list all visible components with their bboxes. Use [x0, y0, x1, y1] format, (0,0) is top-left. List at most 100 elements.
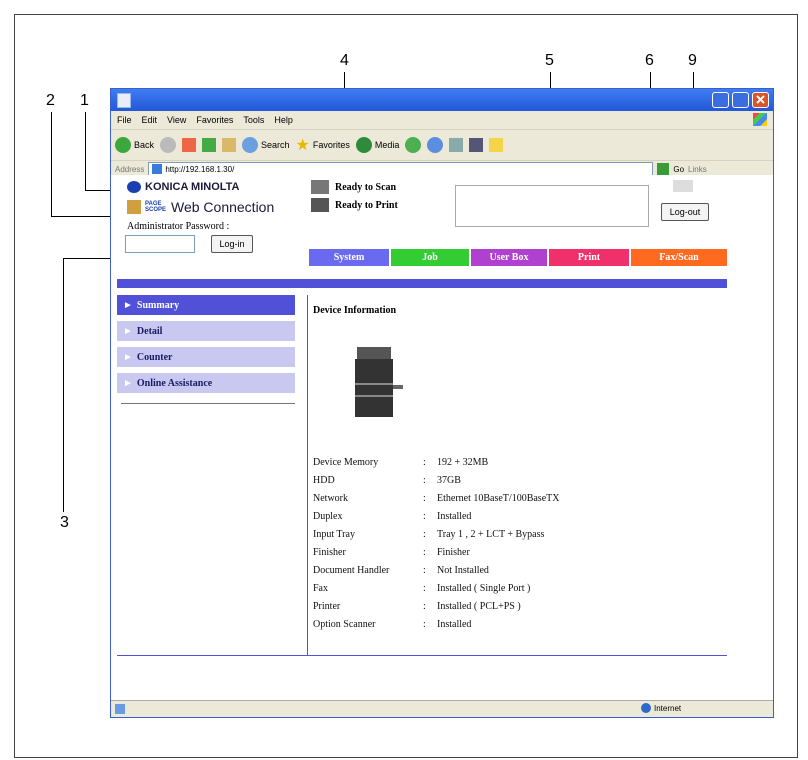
callout-5: 5	[545, 52, 554, 69]
search-icon	[242, 137, 259, 153]
admin-password-input[interactable]	[125, 235, 195, 253]
info-row: Network: Ethernet 10BaseT/100BaseTX	[313, 493, 560, 504]
print-status-text: Ready to Print	[335, 199, 398, 211]
go-button[interactable]: Go	[673, 165, 684, 174]
tab-print[interactable]: Print	[549, 249, 629, 266]
history-icon[interactable]	[405, 137, 422, 153]
toolbar: Back Search ★ Favorites Media	[111, 130, 773, 161]
zone-label: Internet	[654, 703, 682, 713]
windows-logo-icon	[753, 113, 767, 126]
status-bar: Internet	[111, 700, 773, 717]
arrow-right-icon: ►	[123, 351, 133, 363]
arrow-right-icon: ►	[123, 377, 133, 389]
close-icon	[756, 95, 765, 104]
browser-window: File Edit View Favorites Tools Help Back…	[110, 88, 774, 718]
menu-edit[interactable]: Edit	[142, 115, 158, 125]
info-row: Input Tray: Tray 1 , 2 + LCT + Bypass	[313, 529, 545, 540]
menu-help[interactable]: Help	[274, 115, 293, 125]
konica-logo: KONICA MINOLTA	[127, 181, 240, 193]
refresh-icon[interactable]	[202, 138, 217, 152]
tab-system[interactable]: System	[309, 249, 389, 266]
menu-file[interactable]: File	[117, 115, 132, 125]
search-label: Search	[261, 140, 290, 150]
edit-icon[interactable]	[469, 138, 484, 152]
tab-fax-scan[interactable]: Fax/Scan	[631, 249, 727, 266]
back-label: Back	[134, 140, 155, 150]
close-button[interactable]	[752, 92, 769, 108]
address-label: Address	[115, 164, 145, 174]
ie-page-icon	[117, 93, 131, 108]
sidebar-item-counter[interactable]: ► Counter	[117, 347, 295, 367]
web-connection-title: Web Connection	[171, 199, 275, 215]
address-input[interactable]: http://192.168.1.30/	[148, 162, 654, 176]
pagescope-logo: PAGE SCOPE Web Connection	[127, 199, 274, 215]
message-box	[455, 185, 649, 227]
forward-icon[interactable]	[160, 137, 177, 153]
info-row: Document Handler: Not Installed	[313, 565, 489, 576]
callout-2: 2	[46, 92, 55, 109]
konica-globe-icon	[127, 181, 141, 193]
minimize-button[interactable]	[712, 92, 729, 108]
title-bar	[111, 89, 773, 111]
info-row: Duplex: Installed	[313, 511, 472, 522]
arrow-right-icon: ►	[123, 325, 133, 337]
menu-tools[interactable]: Tools	[243, 115, 264, 125]
user-icon	[673, 180, 693, 192]
menu-bar: File Edit View Favorites Tools Help	[111, 111, 773, 130]
back-arrow-icon	[115, 137, 131, 153]
media-label: Media	[374, 140, 400, 150]
callout-3: 3	[60, 514, 69, 531]
pagescope-icon	[127, 200, 141, 214]
scan-status: Ready to Scan	[311, 180, 396, 194]
content-divider	[307, 295, 308, 655]
media-button[interactable]: Media	[355, 137, 400, 153]
sidebar-divider	[121, 403, 295, 404]
address-url: http://192.168.1.30/	[165, 164, 235, 174]
page-status-icon	[115, 704, 125, 714]
tab-user-box[interactable]: User Box	[471, 249, 547, 266]
sidebar-item-summary[interactable]: ► Summary	[117, 295, 295, 315]
tab-job[interactable]: Job	[391, 249, 469, 266]
print-icon[interactable]	[449, 138, 464, 152]
home-icon[interactable]	[222, 138, 237, 152]
info-row: Printer: Installed ( PCL+PS )	[313, 601, 521, 612]
callout-4: 4	[340, 52, 349, 69]
go-arrow-icon[interactable]	[657, 163, 670, 175]
logout-button[interactable]: Log-out	[661, 203, 709, 221]
scanner-icon	[311, 180, 329, 194]
sidebar-label: Counter	[136, 351, 173, 363]
menu-favorites[interactable]: Favorites	[196, 115, 233, 125]
device-info-title: Device Information	[313, 305, 397, 316]
back-button[interactable]: Back	[115, 137, 154, 153]
globe-icon	[641, 703, 651, 713]
sidebar-label: Online Assistance	[136, 377, 213, 389]
favorites-label: Favorites	[312, 140, 350, 150]
search-button[interactable]: Search	[242, 137, 290, 153]
admin-password-label: Administrator Password :	[127, 221, 230, 232]
header-bar	[117, 279, 727, 288]
info-row: HDD:37GB	[313, 475, 461, 486]
maximize-button[interactable]	[732, 92, 749, 108]
login-button[interactable]: Log-in	[211, 235, 253, 253]
favorites-button[interactable]: ★ Favorites	[296, 135, 350, 155]
company-name: KONICA MINOLTA	[145, 181, 240, 193]
sidebar-item-online-assistance[interactable]: ► Online Assistance	[117, 373, 295, 393]
callout-9: 9	[688, 52, 697, 69]
scan-status-text: Ready to Scan	[335, 181, 397, 193]
printer-icon	[311, 198, 329, 212]
messenger-icon[interactable]	[489, 138, 504, 152]
sidebar-item-detail[interactable]: ► Detail	[117, 321, 295, 341]
zone-indicator: Internet	[641, 703, 681, 713]
page-content: KONICA MINOLTA PAGE SCOPE Web Connection…	[111, 175, 773, 701]
links-button[interactable]: Links	[688, 165, 707, 174]
menu-view[interactable]: View	[167, 115, 186, 125]
mail-icon[interactable]	[427, 137, 444, 153]
leader-3	[63, 258, 64, 512]
print-status: Ready to Print	[311, 198, 398, 212]
media-icon	[355, 137, 372, 153]
stop-icon[interactable]	[182, 138, 197, 152]
info-row: Option Scanner: Installed	[313, 619, 472, 630]
info-row: Fax: Installed ( Single Port )	[313, 583, 531, 594]
page-icon	[152, 164, 163, 174]
info-row: Device Memory:192 + 32MB	[313, 457, 489, 468]
